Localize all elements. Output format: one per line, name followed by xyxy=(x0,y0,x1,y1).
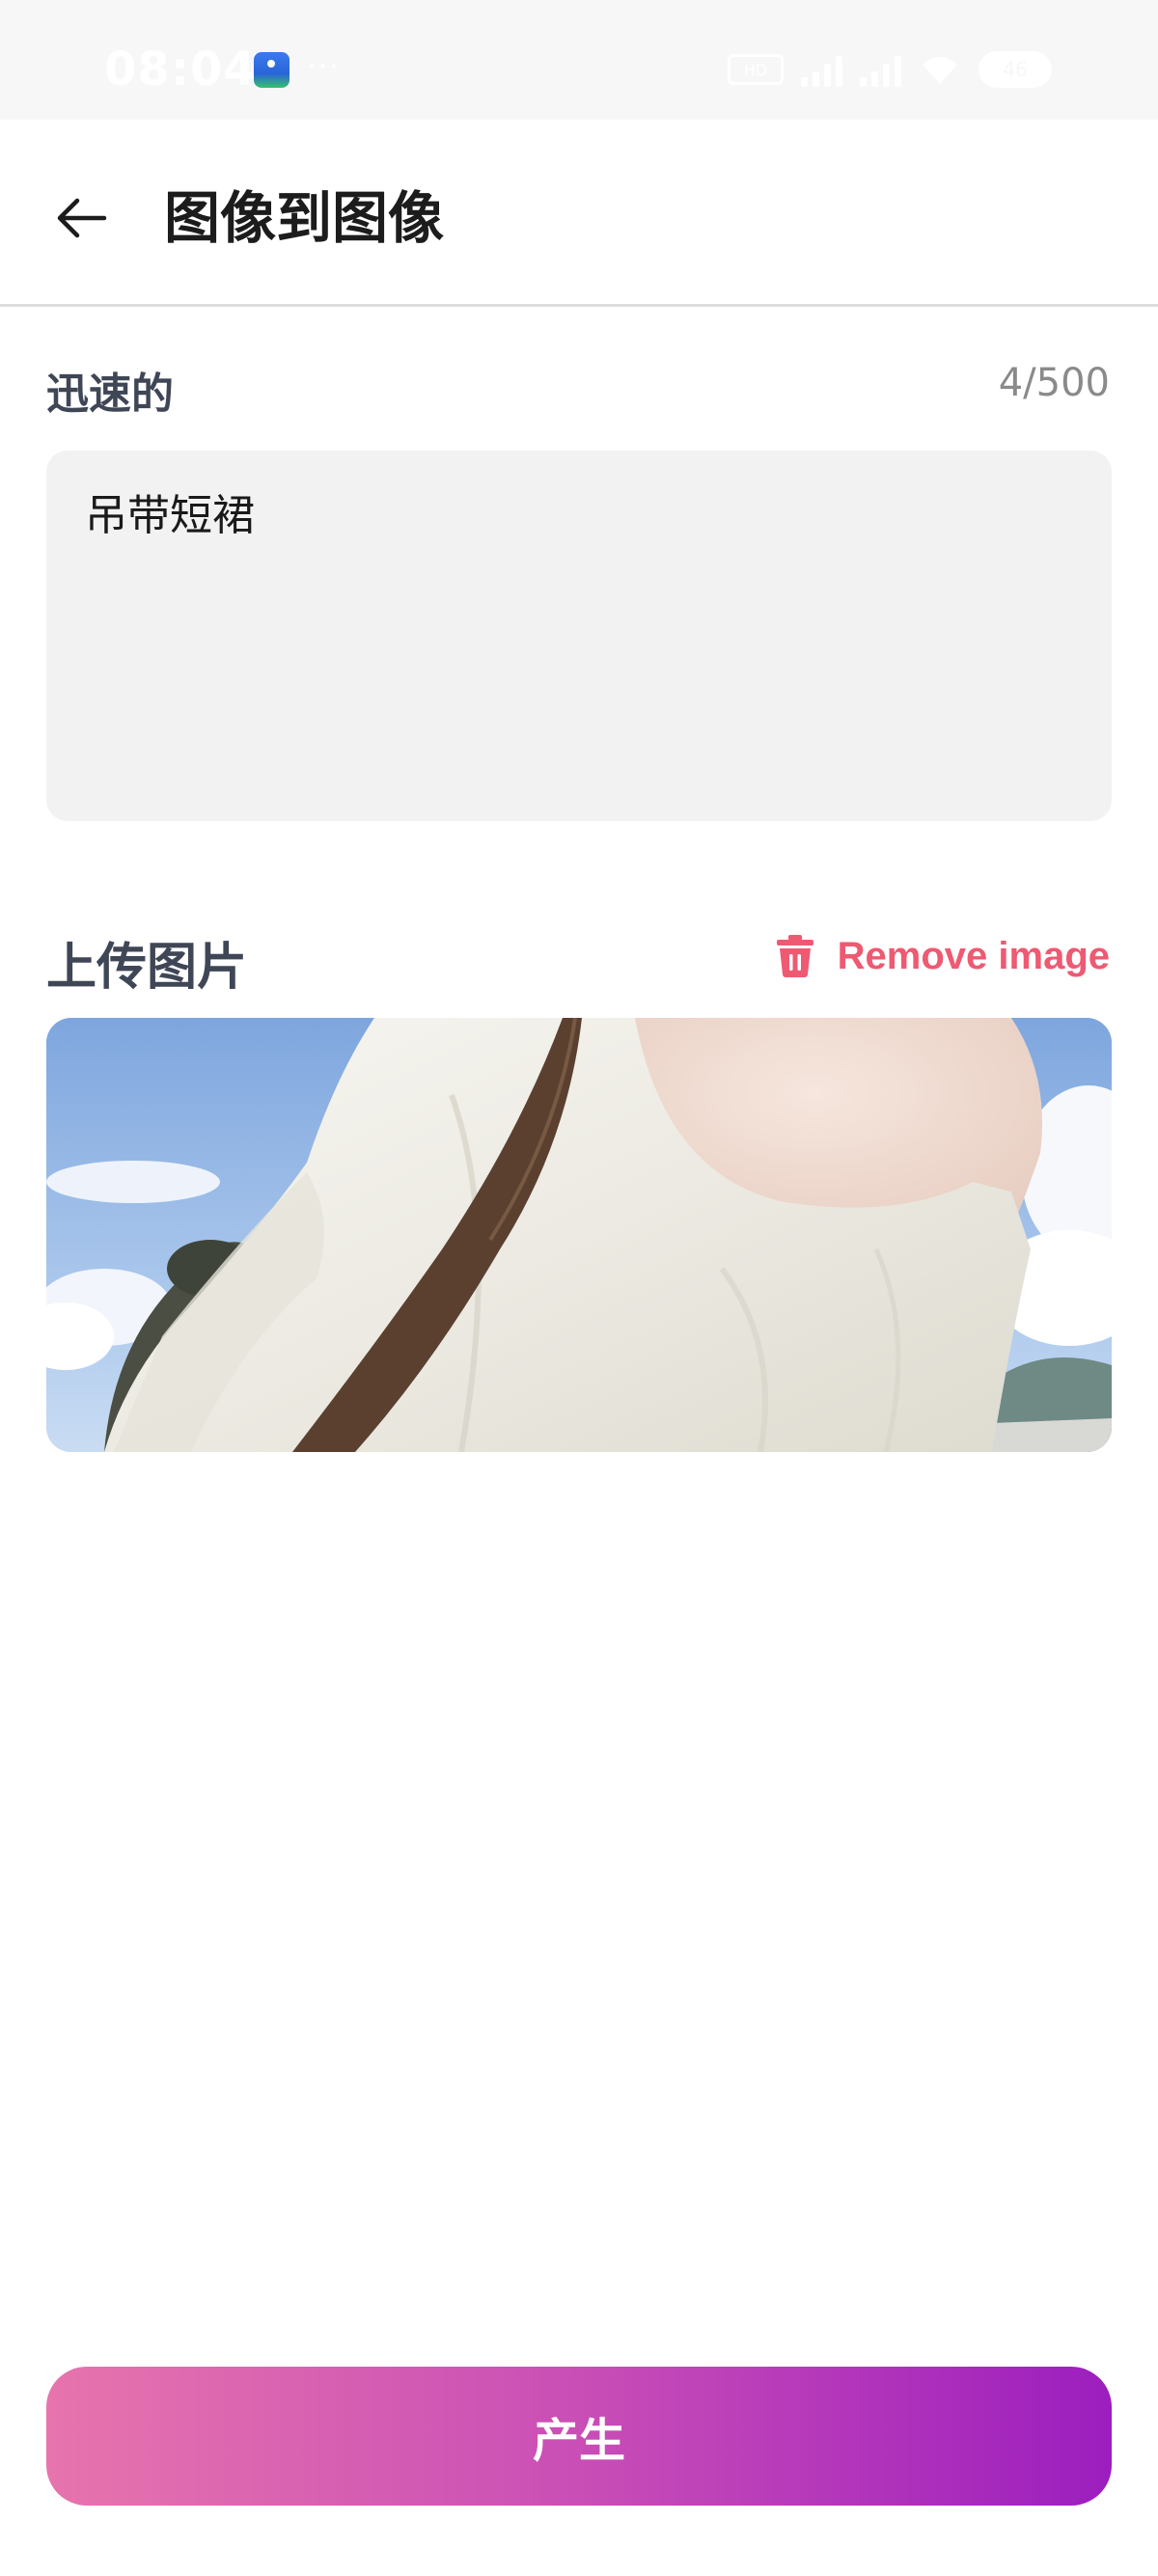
status-time: 08:04 xyxy=(104,42,257,96)
photo-image xyxy=(46,1018,1112,1452)
arrow-left-icon xyxy=(57,198,107,238)
remove-image-button[interactable]: Remove image xyxy=(776,934,1110,978)
signal-icon xyxy=(801,52,842,87)
prompt-label: 迅速的 xyxy=(46,370,174,419)
remove-image-label: Remove image xyxy=(837,934,1110,977)
more-notifications-icon: ··· xyxy=(307,50,341,84)
hd-badge-icon: HD xyxy=(728,54,784,85)
status-bar: 08:04 ··· HD 46 xyxy=(0,0,1158,120)
prompt-input[interactable]: 吊带短裙 xyxy=(46,451,1112,821)
trash-icon xyxy=(776,935,813,977)
signal-2-icon xyxy=(860,52,901,87)
status-indicators: HD 46 xyxy=(728,48,1052,91)
prompt-input-value[interactable]: 吊带短裙 xyxy=(85,489,1073,542)
uploaded-image-preview[interactable] xyxy=(46,1018,1112,1452)
app-header: 图像到图像 xyxy=(0,120,1158,307)
page-title: 图像到图像 xyxy=(164,185,445,251)
back-button[interactable] xyxy=(39,176,124,260)
wifi-icon xyxy=(923,57,957,84)
app-notification-icon xyxy=(254,52,290,88)
prompt-char-counter: 4/500 xyxy=(998,361,1110,405)
upload-image-label: 上传图片 xyxy=(46,939,248,997)
battery-icon: 46 xyxy=(979,51,1052,88)
generate-button[interactable]: 产生 xyxy=(46,2367,1112,2506)
